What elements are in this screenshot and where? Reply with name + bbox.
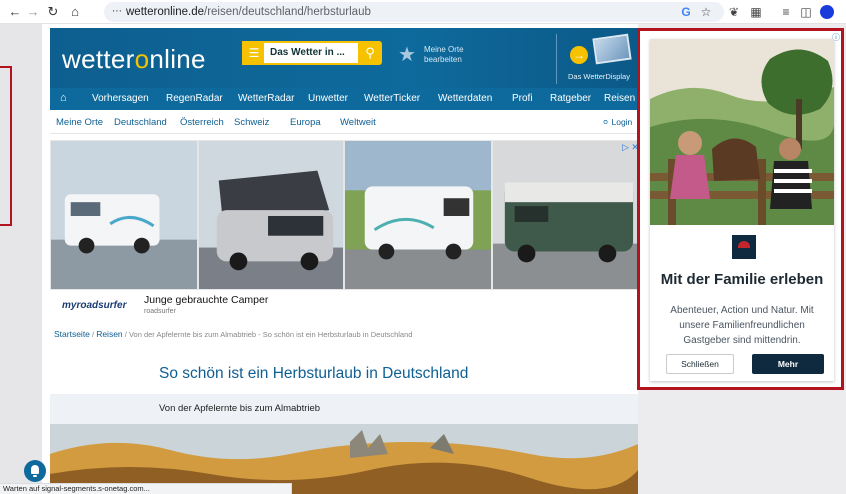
subnav-item-meine-orte[interactable]: Meine Orte	[56, 117, 103, 128]
advertiser-logo	[732, 235, 756, 259]
home-icon[interactable]: ⌂	[66, 3, 84, 21]
subnav-item-oesterreich[interactable]: Österreich	[180, 117, 224, 128]
forward-arrow-icon[interactable]: →	[24, 3, 42, 21]
wetterdisplay-label[interactable]: Das WetterDisplay	[568, 72, 630, 81]
family-ad-highlight: ⓘ Mit der Familie erleben Abenteuer, Act…	[637, 28, 844, 390]
nav-item-wetterticker[interactable]: WetterTicker	[364, 93, 420, 104]
ad-heading: Mit der Familie erleben	[660, 271, 824, 288]
breadcrumb-separator: /	[92, 330, 95, 339]
status-bar: Warten auf signal-segments.s-onetag.com.…	[0, 483, 292, 494]
wetterdisplay-image[interactable]	[592, 33, 632, 65]
side-panel-icon[interactable]: ◫	[798, 4, 814, 20]
search-input[interactable]: Das Wetter in ...	[270, 47, 345, 58]
puzzle-icon[interactable]: ▦	[748, 4, 764, 20]
profile-avatar-icon[interactable]	[820, 5, 834, 19]
site-logo[interactable]: wetteronline	[62, 44, 206, 75]
back-arrow-icon[interactable]: ←	[6, 3, 24, 21]
close-button[interactable]: Schließen	[666, 354, 734, 374]
ad-caption[interactable]: myroadsurfer Junge gebrauchte Camper roa…	[50, 290, 638, 320]
browser-toolbar: ← → ↻ ⌂ ⋯ wetteronline.de/reisen/deutsch…	[0, 0, 846, 24]
nav-item-wetterradar[interactable]: WetterRadar	[238, 93, 295, 104]
nav-item-ratgeber[interactable]: Ratgeber	[550, 93, 591, 104]
roadsurfer-logo: myroadsurfer	[62, 300, 127, 311]
site-settings-icon[interactable]: ⋯	[110, 5, 124, 19]
arrow-right-icon[interactable]: →	[570, 46, 588, 64]
login-link[interactable]: ⚪ Login	[602, 117, 632, 128]
breadcrumb-section[interactable]: Reisen	[96, 329, 122, 339]
ad-headline[interactable]: Junge gebrauchte Camper	[144, 294, 268, 306]
hamburger-menu-icon[interactable]: ☰	[244, 43, 264, 63]
ad-choices-icon[interactable]: ▷ ✕	[622, 142, 638, 153]
edit-places-link[interactable]: Meine Orte bearbeiten	[424, 45, 484, 65]
page-subtitle: Von der Apfelernte bis zum Almabtrieb	[159, 403, 321, 414]
subnav-item-weltweit[interactable]: Weltweit	[340, 117, 376, 128]
tab-search-icon[interactable]: ≡	[778, 4, 794, 20]
nav-item-reisen[interactable]: Reisen	[604, 93, 635, 104]
camper-image-1[interactable]	[50, 140, 198, 290]
nav-item-vorhersagen[interactable]: Vorhersagen	[92, 93, 149, 104]
camper-image-2[interactable]	[198, 140, 344, 290]
camper-ad[interactable]: ▷ ✕ myroadsurfer Junge gebrauchte Camper…	[50, 140, 638, 320]
nav-item-regenradar[interactable]: RegenRadar	[166, 93, 223, 104]
family-ad[interactable]: Mit der Familie erleben Abenteuer, Actio…	[650, 39, 834, 381]
ad-body: Abenteuer, Action und Natur. Mit unsere …	[670, 305, 814, 346]
subtitle-band: Von der Apfelernte bis zum Almabtrieb	[50, 394, 638, 424]
address-bar[interactable]: ⋯ wetteronline.de/reisen/deutschland/her…	[104, 2, 724, 22]
location-search[interactable]: ☰ Das Wetter in ...	[242, 41, 362, 65]
bookmark-star-icon[interactable]: ☆	[698, 4, 714, 20]
sub-navigation: Meine Orte Deutschland Österreich Schwei…	[50, 110, 638, 134]
highlight-frame-left	[0, 66, 12, 226]
nav-item-unwetter[interactable]: Unwetter	[308, 93, 348, 104]
camper-image-3[interactable]	[344, 140, 492, 290]
browser-window: ← → ↻ ⌂ ⋯ wetteronline.de/reisen/deutsch…	[0, 0, 846, 494]
favorite-star-icon[interactable]: ★	[398, 42, 416, 67]
home-nav-icon[interactable]: ⌂	[60, 92, 67, 104]
breadcrumb-current: Von der Apfelernte bis zum Almabtrieb - …	[128, 330, 413, 339]
family-illustration	[650, 39, 834, 225]
main-navigation: ⌂ Vorhersagen RegenRadar WetterRadar Unw…	[50, 88, 638, 110]
page-title: So schön ist ein Herbsturlaub in Deutsch…	[159, 365, 469, 382]
camper-image-4[interactable]	[492, 140, 638, 290]
breadcrumb: Startseite / Reisen / Von der Apfelernte…	[54, 329, 412, 339]
subnav-item-europa[interactable]: Europa	[290, 117, 321, 128]
url-text: wetteronline.de/reisen/deutschland/herbs…	[126, 6, 371, 18]
header-divider	[556, 34, 557, 84]
reload-icon[interactable]: ↻	[44, 3, 62, 21]
more-button[interactable]: Mehr	[752, 354, 824, 374]
nav-item-wetterdaten[interactable]: Wetterdaten	[438, 93, 492, 104]
site-header: wetteronline ☰ Das Wetter in ... ⚲ ★ Mei…	[50, 28, 638, 88]
ad-advertiser: roadsurfer	[144, 308, 176, 315]
breadcrumb-home[interactable]: Startseite	[54, 329, 90, 339]
subnav-item-deutschland[interactable]: Deutschland	[114, 117, 167, 128]
nav-item-profi[interactable]: Profi	[512, 93, 533, 104]
google-lens-icon[interactable]: G	[678, 4, 694, 20]
extension-icon[interactable]: ❦	[726, 4, 742, 20]
web-page: wetteronline ☰ Das Wetter in ... ⚲ ★ Mei…	[42, 24, 638, 494]
notification-bell-icon[interactable]	[24, 460, 46, 482]
subnav-item-schweiz[interactable]: Schweiz	[234, 117, 269, 128]
breadcrumb-separator: /	[124, 330, 127, 339]
search-icon[interactable]: ⚲	[358, 41, 382, 65]
